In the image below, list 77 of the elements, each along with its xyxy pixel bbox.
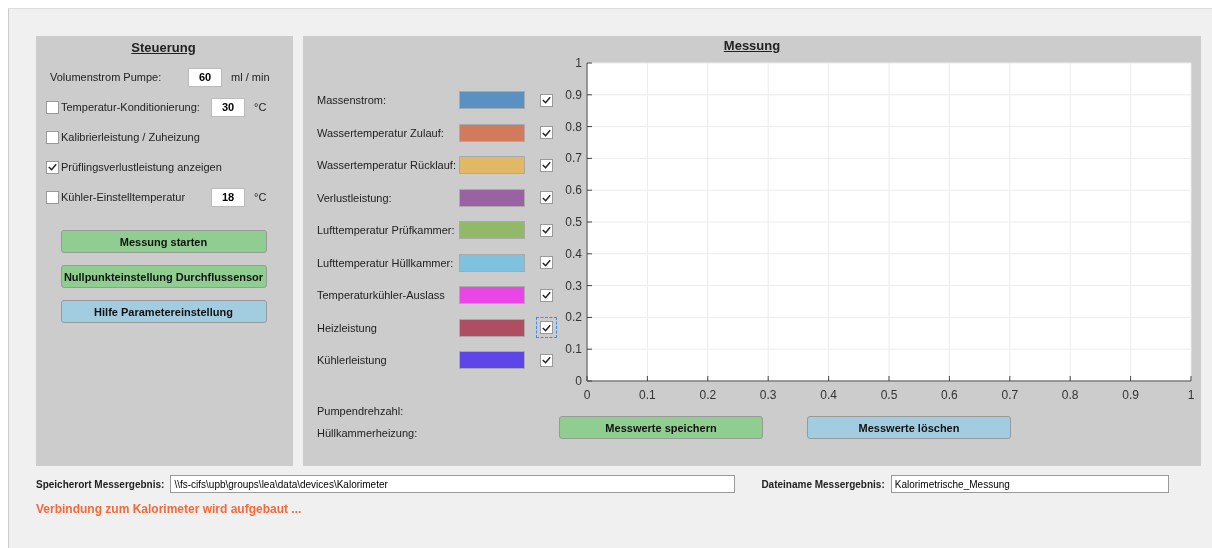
tick-label: 0.3 <box>565 278 582 293</box>
checkbox[interactable] <box>540 126 553 140</box>
field-label: Speicherort Messergebnis: <box>36 478 165 490</box>
checkbox[interactable] <box>540 288 553 302</box>
unit-label: °C <box>254 101 267 113</box>
input-field[interactable]: 30 <box>211 97 245 117</box>
color-swatch[interactable] <box>459 221 525 240</box>
color-swatch[interactable] <box>459 318 525 337</box>
checkbox[interactable] <box>46 100 59 114</box>
checkbox[interactable] <box>540 353 553 367</box>
color-swatch[interactable] <box>459 286 525 305</box>
input-field[interactable]: 18 <box>211 187 245 207</box>
unit-label: ml / min <box>231 71 270 83</box>
tick-label: 1 <box>1187 388 1195 402</box>
tick-label: 0.6 <box>565 183 582 198</box>
action-button[interactable]: Messwerte löschen <box>807 416 1011 439</box>
action-button[interactable]: Nullpunkteinstellung Durchflussensor <box>60 265 267 288</box>
checkbox-label: Kalibrierleistung / Zuheizung <box>61 131 201 143</box>
filename-field[interactable]: Kalorimetrische_Messung <box>890 475 1169 493</box>
action-button[interactable]: Messwerte speichern <box>559 416 763 439</box>
color-swatch[interactable] <box>459 351 525 370</box>
series-label: Lufttemperatur Hüllkammer: <box>317 256 455 269</box>
series-label: Wassertemperatur Rücklauf: <box>317 159 457 172</box>
checkbox-label: Kühler-Einstelltemperatur <box>61 191 187 203</box>
tick-label: 0.2 <box>565 310 582 325</box>
tick-label: 0.7 <box>1001 388 1019 402</box>
color-swatch[interactable] <box>459 123 525 142</box>
tick-label: 0.2 <box>699 388 717 402</box>
series-label: Heizleistung <box>317 321 378 334</box>
checkbox[interactable] <box>46 160 59 174</box>
path-field[interactable]: \\fs-cifs\upb\groups\lea\data\devices\Kalorimeter <box>170 475 736 493</box>
tick-label: 0.4 <box>820 388 837 402</box>
unit-label: °C <box>254 191 267 203</box>
checkbox[interactable] <box>46 190 59 204</box>
color-swatch[interactable] <box>459 253 525 272</box>
checkbox[interactable] <box>540 158 553 172</box>
tick-label: 0.8 <box>1061 388 1079 402</box>
tick-label: 0.5 <box>880 388 898 402</box>
tick-label: 0.1 <box>565 342 582 357</box>
tick-label: 1 <box>575 56 582 70</box>
series-label: Massenstrom: <box>317 94 388 107</box>
panel-title: Messung <box>723 38 781 53</box>
input-field[interactable]: 60 <box>188 67 222 87</box>
info-label: Hüllkammerheizung: <box>317 427 419 439</box>
checkbox[interactable] <box>540 223 553 237</box>
panel-title: Steuerung <box>131 40 196 55</box>
tick-label: 0.7 <box>565 151 582 166</box>
tick-label: 0.6 <box>941 388 958 402</box>
tick-label: 0.8 <box>565 119 582 134</box>
tick-label: 0 <box>575 374 582 388</box>
checkbox[interactable] <box>540 93 553 107</box>
field-label: Volumenstrom Pumpe: <box>50 71 163 83</box>
series-label: Kühlerleistung <box>317 354 388 367</box>
checkbox[interactable] <box>540 191 553 205</box>
info-label: Pumpendrehzahl: <box>317 405 405 417</box>
checkbox[interactable] <box>46 130 59 144</box>
tick-label: 0.9 <box>1122 388 1139 402</box>
color-swatch[interactable] <box>459 156 525 175</box>
status-message: Verbindung zum Kalorimeter wird aufgebaut ... <box>36 502 303 516</box>
tick-label: 0 <box>583 388 591 402</box>
series-label: Lufttemperatur Prüfkammer: <box>317 224 456 237</box>
tick-label: 0.5 <box>565 215 582 229</box>
tick-label: 0.3 <box>759 388 777 402</box>
series-label: Wassertemperatur Zulauf: <box>317 126 445 139</box>
checkbox-label: Prüflingsverlustleistung anzeigen <box>61 161 222 173</box>
tick-label: 0.9 <box>565 87 582 102</box>
tick-label: 0.4 <box>565 246 582 261</box>
action-button[interactable]: Hilfe Parametereinstellung <box>60 300 267 323</box>
checkbox-label: Temperatur-Konditionierung: <box>61 101 201 113</box>
checkbox[interactable] <box>540 256 553 270</box>
field-label: Dateiname Messergebnis: <box>761 478 885 490</box>
series-label: Temperaturkühler-Auslass <box>317 289 446 302</box>
color-swatch[interactable] <box>459 91 525 110</box>
color-swatch[interactable] <box>459 188 525 207</box>
series-label: Verlustleistung: <box>317 191 393 204</box>
tick-label: 0.1 <box>639 388 656 402</box>
action-button[interactable]: Messung starten <box>60 230 267 253</box>
